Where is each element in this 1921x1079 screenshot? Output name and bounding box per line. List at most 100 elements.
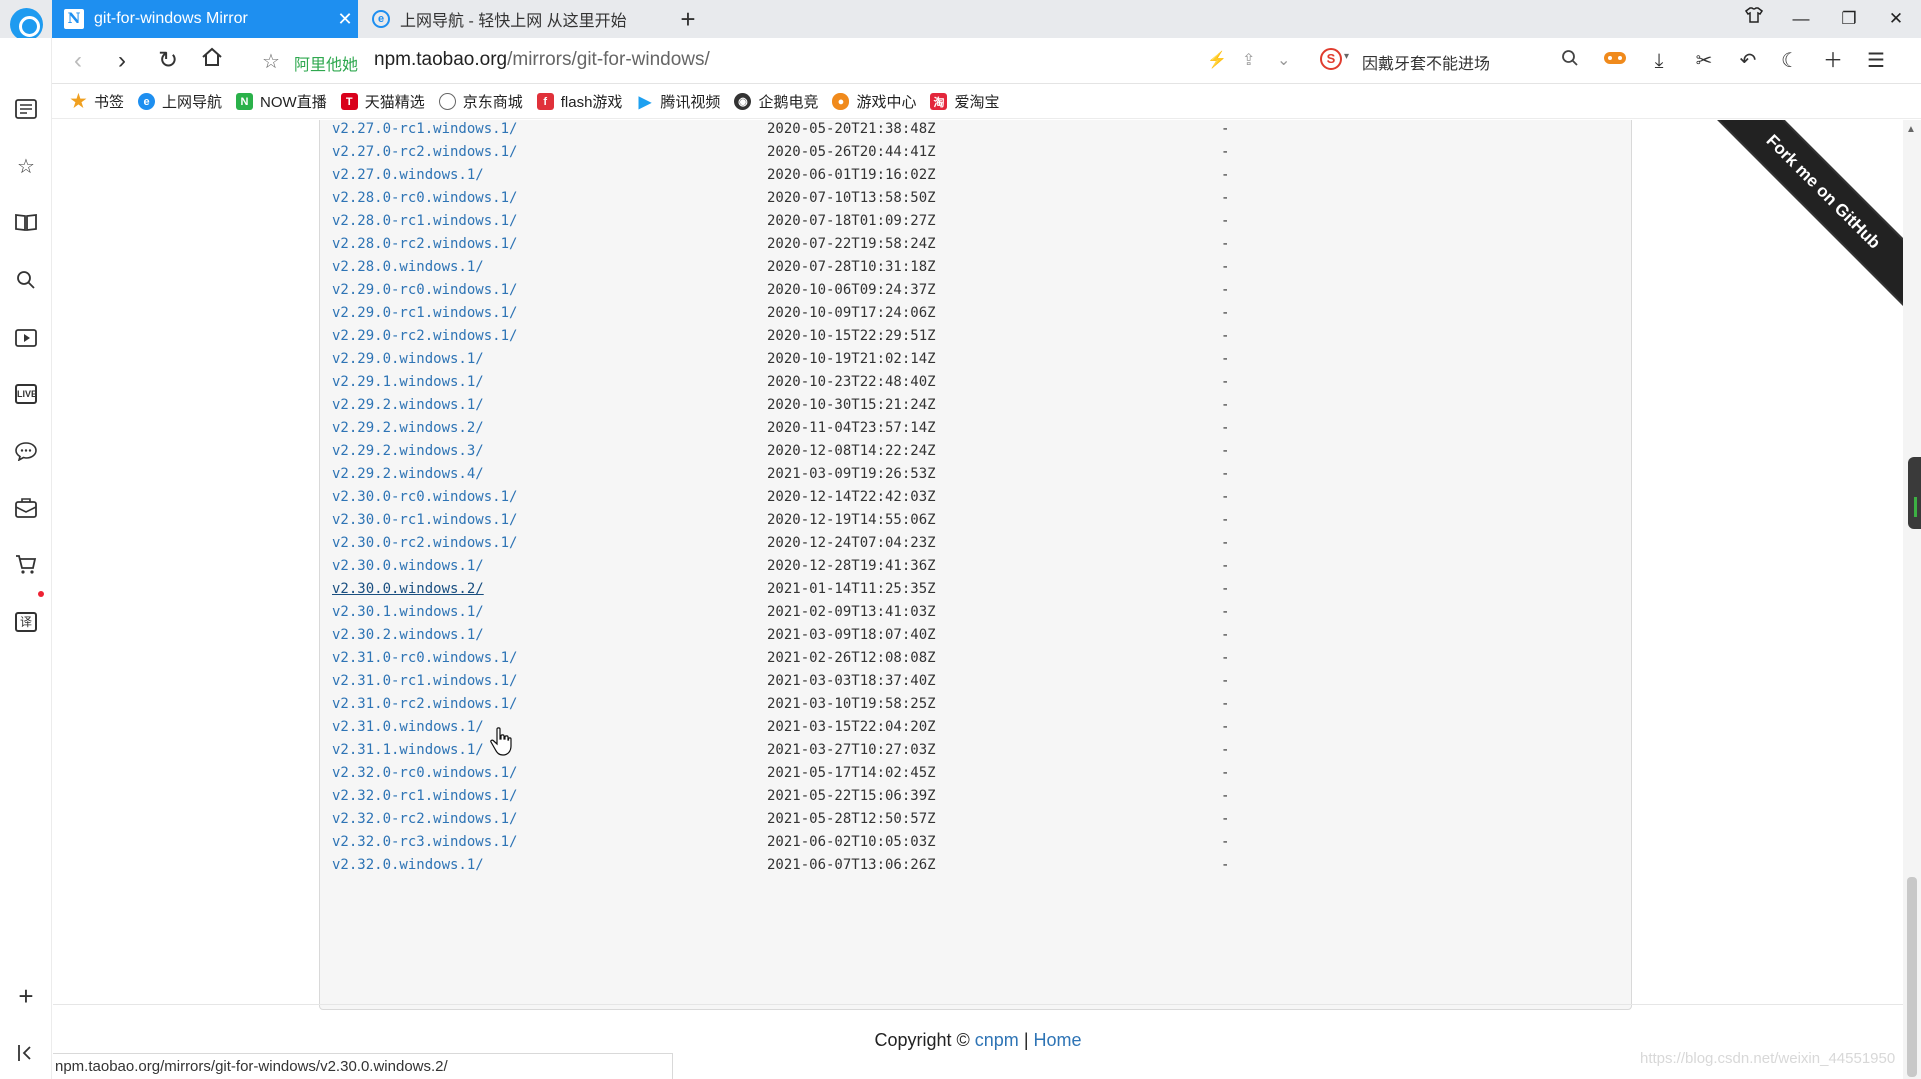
directory-link[interactable]: v2.28.0-rc0.windows.1/ — [332, 187, 517, 210]
bookmark-item[interactable]: N NOW直播 — [236, 91, 327, 112]
bookmark-item[interactable]: 淘爱淘宝 — [930, 91, 999, 112]
directory-link[interactable]: v2.31.1.windows.1/ — [332, 739, 484, 762]
home-link[interactable]: Home — [1034, 1030, 1082, 1050]
menu-icon[interactable]: ☰ — [1860, 46, 1892, 76]
directory-link[interactable]: v2.29.0-rc2.windows.1/ — [332, 325, 517, 348]
download-icon[interactable]: ⤓ — [1643, 46, 1675, 76]
search-icon[interactable] — [11, 265, 41, 295]
directory-link[interactable]: v2.29.2.windows.2/ — [332, 417, 484, 440]
undo-icon[interactable]: ↶ — [1732, 46, 1764, 76]
directory-link[interactable]: v2.29.1.windows.1/ — [332, 371, 484, 394]
scissors-icon[interactable]: ✂ — [1688, 46, 1720, 76]
minimize-icon[interactable]: — — [1778, 0, 1824, 38]
modified-date: 2020-12-19T14:55:06Z — [767, 512, 936, 528]
directory-link[interactable]: v2.32.0.windows.1/ — [332, 854, 484, 877]
modified-date: 2020-12-24T07:04:23Z — [767, 535, 936, 551]
directory-link[interactable]: v2.30.2.windows.1/ — [332, 624, 484, 647]
reload-icon[interactable]: ↻ — [152, 46, 184, 76]
directory-link[interactable]: v2.31.0-rc1.windows.1/ — [332, 670, 517, 693]
bookmark-item[interactable]: ▶ 腾讯视频 — [636, 91, 721, 112]
directory-link[interactable]: v2.29.0.windows.1/ — [332, 348, 484, 371]
search-icon[interactable] — [1554, 46, 1586, 76]
search-engine-badge[interactable]: S — [1320, 48, 1342, 70]
tab-navigation[interactable]: e 上网导航 - 轻快上网 从这里开始 — [360, 0, 665, 38]
directory-link[interactable]: v2.29.2.windows.1/ — [332, 394, 484, 417]
moon-icon[interactable]: ☾ — [1774, 46, 1806, 76]
scrollbar-thumb[interactable] — [1907, 877, 1917, 1077]
home-icon[interactable] — [196, 46, 228, 76]
directory-link[interactable]: v2.27.0-rc2.windows.1/ — [332, 141, 517, 164]
add-icon[interactable]: ＋ — [1817, 46, 1849, 76]
translate-icon[interactable]: 译 — [11, 607, 41, 637]
chat-icon[interactable] — [11, 436, 41, 466]
directory-link[interactable]: v2.29.0-rc0.windows.1/ — [332, 279, 517, 302]
close-icon[interactable]: ✕ — [332, 9, 358, 30]
collapse-sidebar-icon[interactable] — [11, 1038, 41, 1068]
add-sidebar-icon[interactable]: + — [11, 981, 41, 1011]
scroll-up-icon[interactable]: ▲ — [1906, 124, 1916, 135]
url-field[interactable]: npm.taobao.org/mirrors/git-for-windows/ — [374, 49, 710, 71]
game-icon[interactable] — [1599, 46, 1631, 76]
tab-git-for-windows[interactable]: N git-for-windows Mirror ✕ — [52, 0, 358, 38]
lightning-icon[interactable]: ⚡ — [1207, 50, 1227, 70]
directory-link[interactable]: v2.29.2.windows.4/ — [332, 463, 484, 486]
hand-cursor-icon — [490, 727, 512, 756]
bookmark-item[interactable]: ◉ 企鹅电竞 — [734, 91, 818, 112]
caret-down-icon[interactable]: ▾ — [1344, 51, 1349, 62]
restore-icon[interactable]: ❐ — [1826, 0, 1872, 38]
directory-link[interactable]: v2.30.0.windows.2/ — [332, 578, 484, 601]
back-icon[interactable]: ‹ — [62, 46, 94, 76]
cnpm-link[interactable]: cnpm — [975, 1030, 1019, 1050]
chevron-down-icon[interactable]: ⌄ — [1277, 50, 1290, 70]
side-panel-handle[interactable] — [1908, 457, 1921, 529]
file-size: - — [1221, 282, 1230, 298]
directory-link[interactable]: v2.28.0-rc2.windows.1/ — [332, 233, 517, 256]
directory-link[interactable]: v2.27.0.windows.1/ — [332, 164, 484, 187]
directory-link[interactable]: v2.30.0-rc0.windows.1/ — [332, 486, 517, 509]
window-close-icon[interactable]: ✕ — [1873, 0, 1919, 38]
directory-link[interactable]: v2.32.0-rc3.windows.1/ — [332, 831, 517, 854]
fork-me-ribbon[interactable]: Fork me on GitHub — [1699, 120, 1903, 316]
directory-link[interactable]: v2.29.0-rc1.windows.1/ — [332, 302, 517, 325]
search-input[interactable]: 因戴牙套不能进场 — [1362, 50, 1490, 74]
bookmark-item[interactable]: 京东商城 — [438, 91, 523, 112]
directory-link[interactable]: v2.29.2.windows.3/ — [332, 440, 484, 463]
now-icon: N — [236, 93, 254, 110]
bookmark-star-icon[interactable]: ☆ — [262, 49, 280, 74]
directory-link[interactable]: v2.30.0-rc2.windows.1/ — [332, 532, 517, 555]
github-ribbon[interactable]: Fork me on GitHub — [1693, 120, 1903, 330]
news-icon[interactable] — [11, 94, 41, 124]
modified-date: 2020-07-10T13:58:50Z — [767, 190, 936, 206]
directory-link[interactable]: v2.32.0-rc0.windows.1/ — [332, 762, 517, 785]
directory-link[interactable]: v2.28.0.windows.1/ — [332, 256, 484, 279]
directory-link[interactable]: v2.27.0-rc1.windows.1/ — [332, 120, 517, 141]
modified-date: 2020-10-06T09:24:37Z — [767, 282, 936, 298]
bookmark-item[interactable]: ● 游戏中心 — [832, 91, 916, 112]
bookmark-item[interactable]: f flash游戏 — [536, 91, 622, 112]
forward-icon[interactable]: › — [106, 46, 138, 76]
bookmark-item[interactable]: ★ 书签 — [70, 91, 124, 112]
directory-link[interactable]: v2.31.0-rc2.windows.1/ — [332, 693, 517, 716]
bookmark-item[interactable]: T 天猫精选 — [340, 91, 425, 112]
directory-link[interactable]: v2.32.0-rc2.windows.1/ — [332, 808, 517, 831]
penguin-icon: ◉ — [734, 93, 752, 110]
file-size: - — [1221, 535, 1230, 551]
cart-icon[interactable] — [11, 549, 41, 579]
new-tab-button[interactable]: + — [673, 4, 703, 34]
skin-icon[interactable] — [1731, 0, 1777, 38]
directory-link[interactable]: v2.30.0.windows.1/ — [332, 555, 484, 578]
video-icon[interactable] — [11, 322, 41, 352]
reading-icon[interactable] — [11, 207, 41, 237]
directory-link[interactable]: v2.30.1.windows.1/ — [332, 601, 484, 624]
directory-link[interactable]: v2.32.0-rc1.windows.1/ — [332, 785, 517, 808]
directory-link[interactable]: v2.31.0.windows.1/ — [332, 716, 484, 739]
directory-link[interactable]: v2.30.0-rc1.windows.1/ — [332, 509, 517, 532]
mail-icon[interactable] — [11, 493, 41, 523]
browser-logo-icon[interactable] — [10, 8, 43, 41]
favorites-icon[interactable]: ☆ — [11, 151, 41, 181]
directory-link[interactable]: v2.31.0-rc0.windows.1/ — [332, 647, 517, 670]
bookmark-item[interactable]: e 上网导航 — [138, 91, 222, 112]
share-icon[interactable]: ⇪ — [1242, 50, 1255, 70]
directory-link[interactable]: v2.28.0-rc1.windows.1/ — [332, 210, 517, 233]
live-icon[interactable]: LIVE — [11, 379, 41, 409]
